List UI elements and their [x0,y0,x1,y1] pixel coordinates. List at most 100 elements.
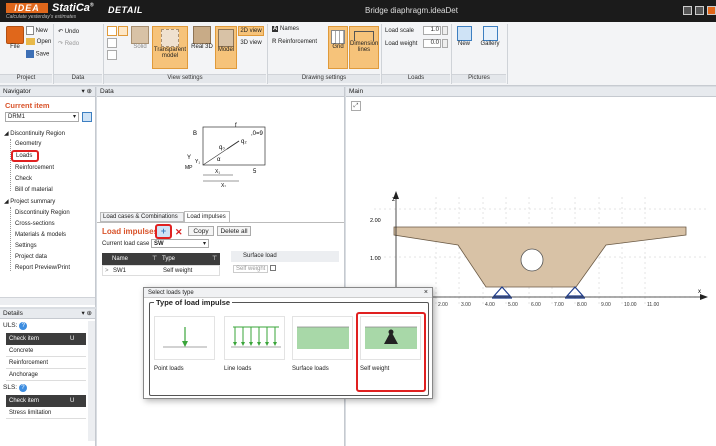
navigator-scrollbar[interactable] [0,297,95,305]
delete-impulse-button[interactable]: ✕ [175,228,183,237]
ribbon: File New Open Save Project ↶ Undo ↷ Redo… [0,22,716,86]
pictures-group-label: Pictures [452,74,506,83]
tree-item-cross-sections[interactable]: Cross-sections [15,219,55,229]
folder-icon [26,38,35,45]
save-button[interactable]: Save [26,50,49,58]
solid-button[interactable]: Solid [128,26,152,50]
row-expander-icon[interactable]: > [105,266,109,277]
x-tick: 11.00 [647,302,659,308]
close-button[interactable] [707,6,716,15]
self-weight-checkbox[interactable]: Self weight [233,264,277,273]
load-scale-input[interactable]: 1.0 [423,26,441,35]
surface-load-header: Surface load [231,251,339,262]
gallery-icon [482,26,498,41]
sls-label: SLS: ? [3,384,27,392]
grid-button[interactable]: Grid [328,26,348,69]
axis-z-label: z [392,197,395,203]
reinforcement-icon: R [272,39,277,45]
model-button[interactable]: Model [215,26,237,69]
view-icon-2[interactable] [118,26,128,36]
real-3d-button[interactable]: Real 3D [190,26,214,50]
self-weight-option[interactable]: Self weight [356,312,426,392]
view-icon-4[interactable] [107,50,117,60]
transparent-model-button[interactable]: Transparent model [152,26,188,69]
load-weight-input[interactable]: 0.0 [423,39,441,48]
surface-loads-option[interactable]: Surface loads [292,316,353,372]
undo-button[interactable]: ↶ Undo [58,28,79,35]
tree-section-discontinuity[interactable]: ◢ Discontinuity Region [4,129,65,139]
delete-all-button[interactable]: Delete all [217,226,251,236]
tree-item-report[interactable]: Report Preview/Print [15,263,70,273]
add-impulse-button[interactable]: + [155,224,172,239]
save-icon [26,50,34,58]
new-button[interactable]: New [26,26,48,35]
dialog-title-bar: Select loads type × [144,288,432,298]
tree-item-bill-of-material[interactable]: Bill of material [15,185,53,195]
view-icon-3[interactable] [107,38,117,48]
minimize-button[interactable] [683,6,692,15]
edit-item-icon[interactable] [82,112,92,122]
tree-item-settings[interactable]: Settings [15,241,37,251]
dimension-lines-button[interactable]: Dimension lines [349,26,379,69]
new-file-icon [26,26,34,35]
3d-view-button[interactable]: 3D view [238,39,264,49]
table-row[interactable]: > SW1 Self weight [102,265,220,276]
current-item-select[interactable]: DRM1 ▾ [5,112,79,122]
sketch-label-b: B [193,131,197,137]
line-loads-option[interactable]: Line loads [224,316,285,372]
pin-icon[interactable]: ▾ ⊕ [81,87,95,97]
uls-row-concrete[interactable]: Concrete [6,346,86,357]
surface-loads-card [292,316,353,360]
point-loads-option[interactable]: Point loads [154,316,215,372]
help-icon[interactable]: ? [19,322,28,330]
dialog-close-button[interactable]: × [424,288,432,298]
sketch-label-alpha: α [217,157,221,163]
current-load-case-label: Current load case [102,241,150,247]
fit-view-icon[interactable]: ⤢ [351,101,361,111]
tree-item-materials[interactable]: Materials & models [15,230,66,240]
tree-section-project-summary[interactable]: ◢ Project summary [4,197,55,207]
tree-item-discontinuity-region[interactable]: Discontinuity Region [15,208,70,218]
redo-button[interactable]: ↷ Redo [58,40,79,47]
data-tab[interactable]: Data [97,87,344,97]
tree-item-loads[interactable]: Loads [11,150,39,162]
maximize-button[interactable] [695,6,704,15]
x-tick: 9.00 [601,302,611,308]
names-button[interactable]: A Names [272,26,299,32]
checkbox-icon [270,265,277,271]
tree-item-check[interactable]: Check [15,174,32,184]
tree-item-reinforcement[interactable]: Reinforcement [15,163,54,173]
pin-icon[interactable]: ▾ ⊕ [81,309,95,319]
open-button[interactable]: Open [26,38,51,45]
load-scale-spinner[interactable] [442,26,448,35]
sls-row-stress-limitation[interactable]: Stress limitation [6,408,86,419]
impulse-table-header: Name ⊤ Type ⊤ [102,253,220,265]
view-icon-1[interactable] [107,26,117,36]
main-tab[interactable]: Main [346,87,716,97]
reinforcement-button[interactable]: R Reinforcement [272,39,317,45]
2d-view-button[interactable]: 2D view [238,26,264,36]
filter-icon[interactable]: ⊤ [152,253,157,265]
current-load-case-select[interactable]: SW ▾ [151,239,209,248]
tree-item-geometry[interactable]: Geometry [15,139,41,149]
solid-icon [131,26,149,44]
tab-load-impulses[interactable]: Load impulses [184,211,230,222]
tree-item-project-data[interactable]: Project data [15,252,47,262]
copy-button[interactable]: Copy [188,226,214,236]
file-button[interactable]: File [3,26,27,50]
uls-row-reinforcement[interactable]: Reinforcement [6,358,86,369]
sls-table-header: Check item U [6,395,86,407]
load-sketch: B f ,0=9 q₂ q₀ α Y Y₁ MP X₁ X₂ 5 [185,123,266,187]
filter-icon[interactable]: ⊤ [212,253,217,265]
new-picture-button[interactable]: New [454,26,474,47]
loads-group-label: Loads [382,74,450,83]
tab-load-cases[interactable]: Load cases & Combinations [100,212,184,222]
details-scrollbar[interactable] [88,321,95,441]
gallery-button[interactable]: Gallery [477,26,503,47]
help-icon[interactable]: ? [18,384,27,392]
load-weight-spinner[interactable] [442,39,448,48]
view-settings-label: View settings [104,74,266,83]
uls-row-anchorage[interactable]: Anchorage [6,370,86,381]
x-tick: 3.00 [461,302,471,308]
uls-table-header: Check item U [6,333,86,345]
